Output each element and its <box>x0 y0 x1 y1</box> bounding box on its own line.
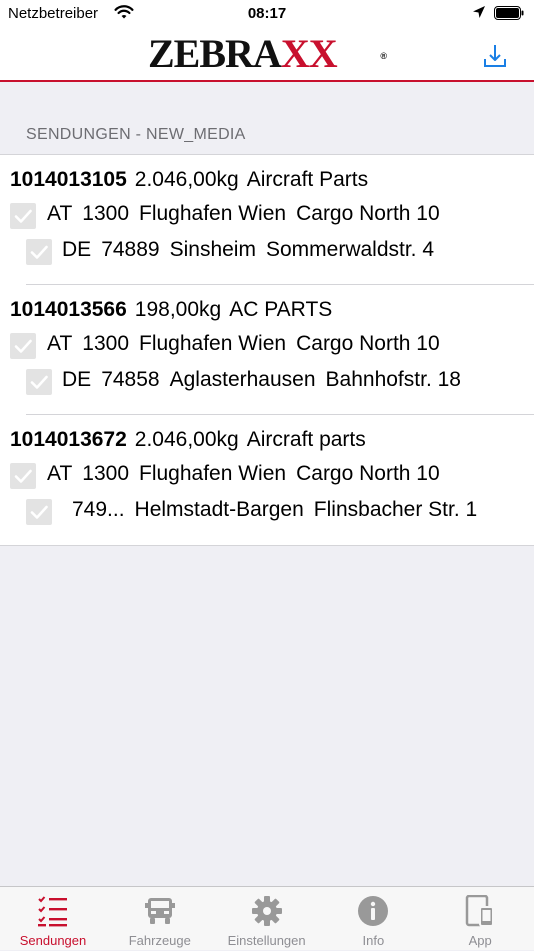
shipment-header: 1014013566 198,00kg AC PARTS <box>10 298 332 322</box>
shipment-weight: 198,00kg <box>134 298 222 321</box>
checkmark-icon <box>10 463 36 489</box>
stop-country: AT <box>47 462 73 485</box>
shipment-item[interactable]: 1014013672 2.046,00kg Aircraft parts AT 1300… <box>0 415 534 545</box>
shipment-id: 1014013105 <box>10 168 127 191</box>
shipment-weight: 2.046,00kg <box>134 428 239 451</box>
shipment-item[interactable]: 1014013566 198,00kg AC PARTS AT 1300 Flughafe… <box>0 285 534 415</box>
pickup-checkbox[interactable] <box>10 333 36 359</box>
shipment-item[interactable]: 1014013105 2.046,00kg Aircraft Parts AT 1300… <box>0 155 534 285</box>
pickup-checkbox[interactable] <box>10 203 36 229</box>
delivery-checkbox[interactable] <box>26 499 52 525</box>
pickup-checkbox[interactable] <box>10 463 36 489</box>
clock: 08:17 <box>247 5 287 22</box>
shipment-description: Aircraft parts <box>246 428 366 451</box>
tab-label: Info <box>362 933 385 948</box>
stop-city: Aglasterhausen <box>169 368 316 391</box>
stop-street: Sommerwaldstr. 4 <box>265 238 435 261</box>
shipment-list: 1014013105 2.046,00kg Aircraft Parts AT 1300… <box>0 154 534 546</box>
tab-label: Fahrzeuge <box>128 933 191 948</box>
logo-text: ZEBRA <box>148 31 282 76</box>
section-title: SENDUNGEN - NEW_MEDIA <box>26 126 246 143</box>
checkmark-icon <box>10 203 36 229</box>
tab-bar: Sendungen Fahrzeuge Einstellungen Info App <box>0 886 534 950</box>
stop-city: Helmstadt-Bargen <box>134 498 304 521</box>
stop-country: AT <box>47 332 73 355</box>
tab-fahrzeuge[interactable]: Fahrzeuge <box>107 887 213 951</box>
tab-label: Sendungen <box>19 933 87 948</box>
stop-zip: 1300 <box>82 202 129 225</box>
zebraxx-logo: ZEBRAXX ® <box>148 34 387 74</box>
stop-zip: 74858 <box>101 368 160 391</box>
stop-city: Sinsheim <box>169 238 256 261</box>
download-button[interactable] <box>480 42 510 72</box>
tab-einstellungen[interactable]: Einstellungen <box>214 887 320 951</box>
stop-street: Cargo North 10 <box>296 462 440 485</box>
download-icon <box>484 45 506 67</box>
shipment-description: Aircraft Parts <box>246 168 369 191</box>
tab-sendungen[interactable]: Sendungen <box>0 887 106 951</box>
truck-icon <box>144 895 176 927</box>
nav-bar: ZEBRAXX ® <box>0 28 534 82</box>
stop-country: DE <box>62 238 92 261</box>
checkmark-icon <box>26 369 52 395</box>
checklist-icon <box>37 895 69 927</box>
tab-app[interactable]: App <box>427 887 533 951</box>
gear-icon <box>251 895 283 927</box>
shipment-id: 1014013566 <box>10 298 127 321</box>
shipment-id: 1014013672 <box>10 428 127 451</box>
stop-street: Bahnhofstr. 18 <box>325 368 461 391</box>
checkmark-icon <box>26 499 52 525</box>
stop-city: Flughafen Wien <box>139 332 287 355</box>
stop-address: DE 74889 Sinsheim Sommerwaldstr. 4 <box>62 238 444 262</box>
delivery-checkbox[interactable] <box>26 239 52 265</box>
stop-city: Flughafen Wien <box>139 202 287 225</box>
logo-x-letters: XX <box>280 31 338 76</box>
status-bar: Netzbetreiber 08:17 <box>0 0 534 28</box>
stop-country: AT <box>47 202 73 225</box>
stop-address: AT 1300 Flughafen Wien Cargo North 10 <box>47 332 450 356</box>
stop-address: 749... Helmstadt-Bargen Flinsbacher Str. 1 <box>62 498 487 522</box>
stop-address: AT 1300 Flughafen Wien Cargo North 10 <box>47 462 450 486</box>
tab-label: App <box>468 933 492 948</box>
tab-label: Einstellungen <box>227 933 306 948</box>
stop-country: DE <box>62 368 92 391</box>
stop-address: DE 74858 Aglasterhausen Bahnhofstr. 18 <box>62 368 471 392</box>
shipment-description: AC PARTS <box>229 298 333 321</box>
delivery-checkbox[interactable] <box>26 369 52 395</box>
stop-zip: 1300 <box>82 462 129 485</box>
shipment-header: 1014013105 2.046,00kg Aircraft Parts <box>10 168 368 192</box>
shipment-header: 1014013672 2.046,00kg Aircraft parts <box>10 428 366 452</box>
shipment-weight: 2.046,00kg <box>134 168 239 191</box>
info-icon <box>357 895 389 927</box>
checkmark-icon <box>10 333 36 359</box>
stop-street: Cargo North 10 <box>296 332 440 355</box>
stop-zip: 74889 <box>101 238 160 261</box>
checkmark-icon <box>26 239 52 265</box>
stop-zip: 749... <box>72 498 125 521</box>
registered-mark: ® <box>380 51 387 61</box>
stop-street: Cargo North 10 <box>296 202 440 225</box>
stop-city: Flughafen Wien <box>139 462 287 485</box>
location-arrow-icon <box>472 5 486 23</box>
battery-icon <box>494 6 524 20</box>
stop-zip: 1300 <box>82 332 129 355</box>
tab-info[interactable]: Info <box>320 887 426 951</box>
stop-address: AT 1300 Flughafen Wien Cargo North 10 <box>47 202 450 226</box>
stop-street: Flinsbacher Str. 1 <box>313 498 478 521</box>
devices-icon <box>464 894 496 927</box>
